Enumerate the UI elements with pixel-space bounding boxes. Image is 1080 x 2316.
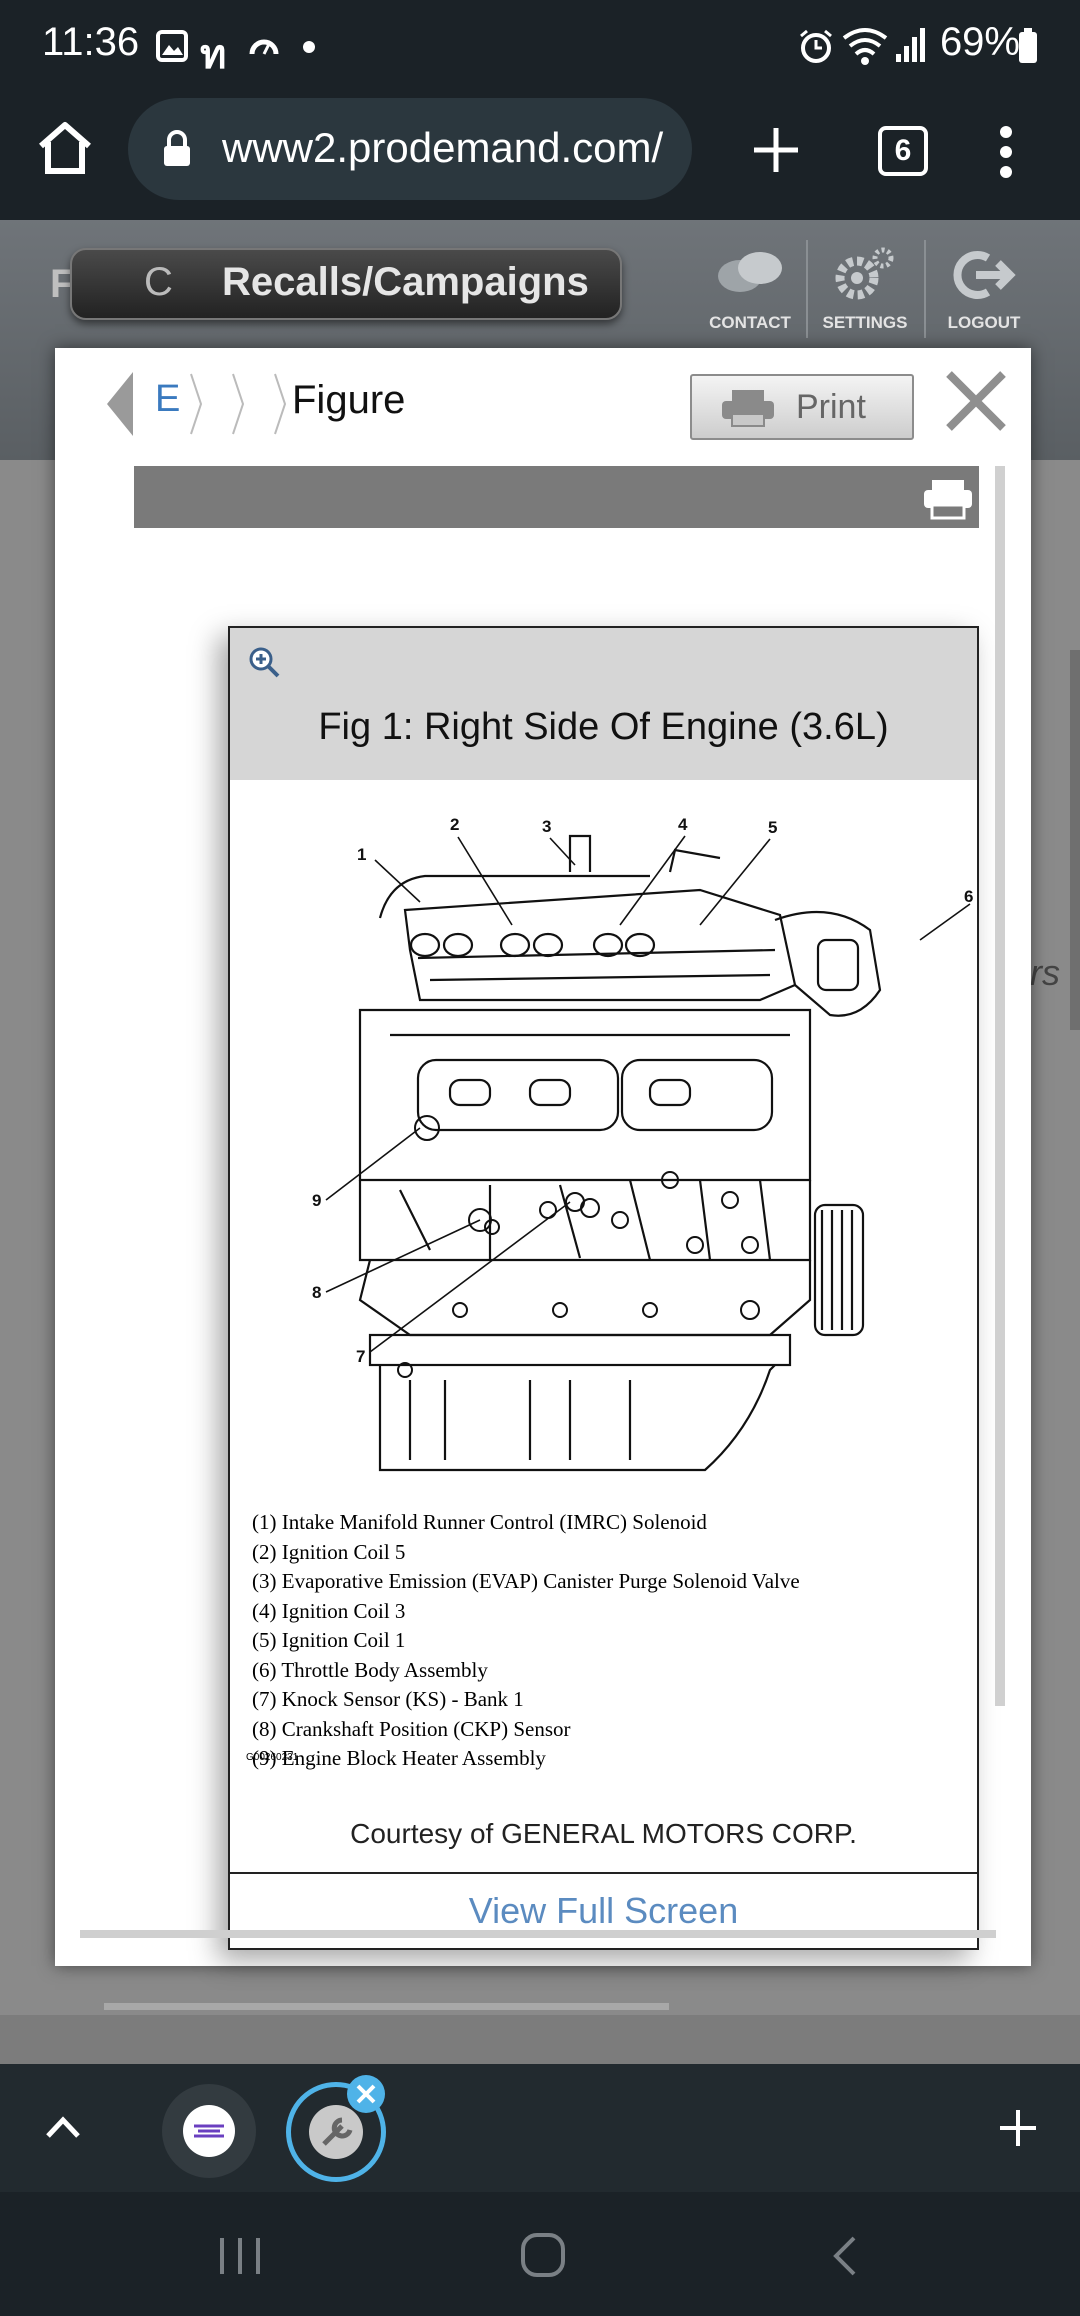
recents-icon[interactable]: [218, 2236, 262, 2276]
status-bar: 11:36 ท 69%: [0, 0, 1080, 90]
callout-label: 8: [312, 1283, 321, 1302]
legend-item: (7) Knock Sensor (KS) - Bank 1: [252, 1687, 524, 1711]
legend-item: (8) Crankshaft Position (CKP) Sensor: [252, 1716, 571, 1741]
print-button[interactable]: Print: [690, 374, 914, 440]
legend-item: (4) Ignition Coil 3: [252, 1598, 406, 1623]
callout-label: 7: [356, 1347, 365, 1366]
legend-item: (9) Engine Block Heater Assembly: [252, 1746, 546, 1770]
header-divider: [806, 240, 808, 338]
home-icon[interactable]: [36, 120, 94, 176]
more-menu-icon[interactable]: [996, 124, 1016, 180]
breadcrumb-item[interactable]: E: [155, 378, 180, 421]
figure-id: G00260231: [246, 1752, 299, 1763]
tab-strip: [0, 2064, 1080, 2192]
contact-label: CONTACT: [709, 313, 791, 332]
status-time: 11:36: [42, 20, 140, 64]
figure-panel: Fig 1: Right Side Of Engine (3.6L) 1 2 3…: [228, 626, 979, 1950]
tab-thumbnail[interactable]: [162, 2084, 256, 2178]
chevron-up-icon[interactable]: [44, 2114, 82, 2140]
printer-icon[interactable]: [922, 478, 974, 520]
back-icon[interactable]: [830, 2234, 860, 2278]
gear-icon: [835, 247, 894, 300]
figure-toolbar: [134, 466, 979, 528]
header-divider: [924, 240, 926, 338]
view-full-screen-link[interactable]: View Full Screen: [230, 1890, 977, 1932]
close-icon[interactable]: [943, 368, 1009, 434]
browser-toolbar: www2.prodemand.com/ 6: [0, 90, 1080, 220]
legend-item: (1) Intake Manifold Runner Control (IMRC…: [252, 1510, 707, 1534]
settings-label: SETTINGS: [822, 313, 908, 332]
legend-item: (6) Throttle Body Assembly: [252, 1657, 488, 1682]
battery-percent: 69%: [939, 20, 1020, 64]
logout-icon: [953, 251, 1016, 299]
figure-modal: E Figure Print Fig 1: Right Side Of Engi…: [55, 348, 1031, 1966]
callout-label: 5: [768, 818, 777, 837]
breadcrumb: [107, 372, 287, 436]
divider: [230, 1872, 977, 1874]
callout-label: 6: [964, 887, 973, 906]
navigation-bar: [0, 2192, 1080, 2316]
modal-scrollbar[interactable]: [995, 466, 1005, 1706]
alarm-icon: [800, 29, 832, 63]
legend-item: (5) Ignition Coil 1: [252, 1628, 406, 1652]
figure-header: [230, 628, 977, 780]
zoom-in-icon[interactable]: [248, 646, 280, 678]
signal-icon: [896, 28, 925, 62]
dot-icon: [303, 41, 315, 53]
courtesy-text: Courtesy of GENERAL MOTORS CORP.: [350, 1818, 857, 1849]
contact-button[interactable]: CONTACT: [700, 240, 800, 340]
site-right-text: rs: [1030, 952, 1060, 993]
recalls-prefix: C: [144, 260, 173, 304]
speedometer-icon: [249, 39, 279, 55]
recalls-label: Recalls/Campaigns: [222, 260, 589, 304]
lock-icon: [164, 130, 190, 166]
home-nav-icon[interactable]: [520, 2232, 566, 2278]
image-icon: [156, 30, 188, 62]
url-text: www2.prodemand.com/: [222, 124, 664, 171]
callout-label: 2: [450, 815, 459, 834]
battery-icon: [1019, 28, 1037, 63]
contact-icon: [718, 252, 782, 292]
page-scrollbar[interactable]: [1070, 650, 1080, 1030]
logout-label: LOGOUT: [947, 313, 1021, 332]
legend-item: (2) Ignition Coil 5: [252, 1539, 406, 1564]
callout-label: 9: [312, 1191, 321, 1210]
close-tab-icon[interactable]: [346, 2074, 386, 2114]
new-tab-icon[interactable]: [752, 126, 800, 174]
print-label: Print: [796, 388, 866, 426]
modal-hscrollbar[interactable]: [80, 1930, 996, 1938]
address-bar[interactable]: www2.prodemand.com/: [128, 98, 692, 200]
settings-button[interactable]: SETTINGS: [815, 240, 915, 340]
callout-label: 3: [542, 817, 551, 836]
tab-switcher-button[interactable]: 6: [878, 126, 928, 176]
logout-button[interactable]: LOGOUT: [934, 240, 1034, 340]
modal-title: Figure: [292, 378, 406, 422]
app-tab-icon: [183, 2105, 235, 2157]
printer-icon: [722, 390, 774, 427]
legend-item: (3) Evaporative Emission (EVAP) Canister…: [252, 1569, 800, 1593]
engine-diagram[interactable]: 1 2 3 4 5 6 7 8 9: [230, 780, 977, 1500]
figure-caption: Fig 1: Right Side Of Engine (3.6L): [318, 706, 889, 748]
wifi-icon: [842, 28, 888, 65]
tab-count: 6: [894, 134, 912, 167]
n-icon: ท: [200, 33, 227, 77]
figure-legend: (1) Intake Manifold Runner Control (IMRC…: [252, 1508, 800, 1774]
callout-label: 4: [678, 815, 688, 834]
recalls-campaigns-button[interactable]: C Recalls/Campaigns: [70, 248, 622, 320]
callout-label: 1: [357, 845, 366, 864]
add-tab-icon[interactable]: [998, 2108, 1038, 2148]
page-hscrollbar[interactable]: [104, 2003, 669, 2010]
